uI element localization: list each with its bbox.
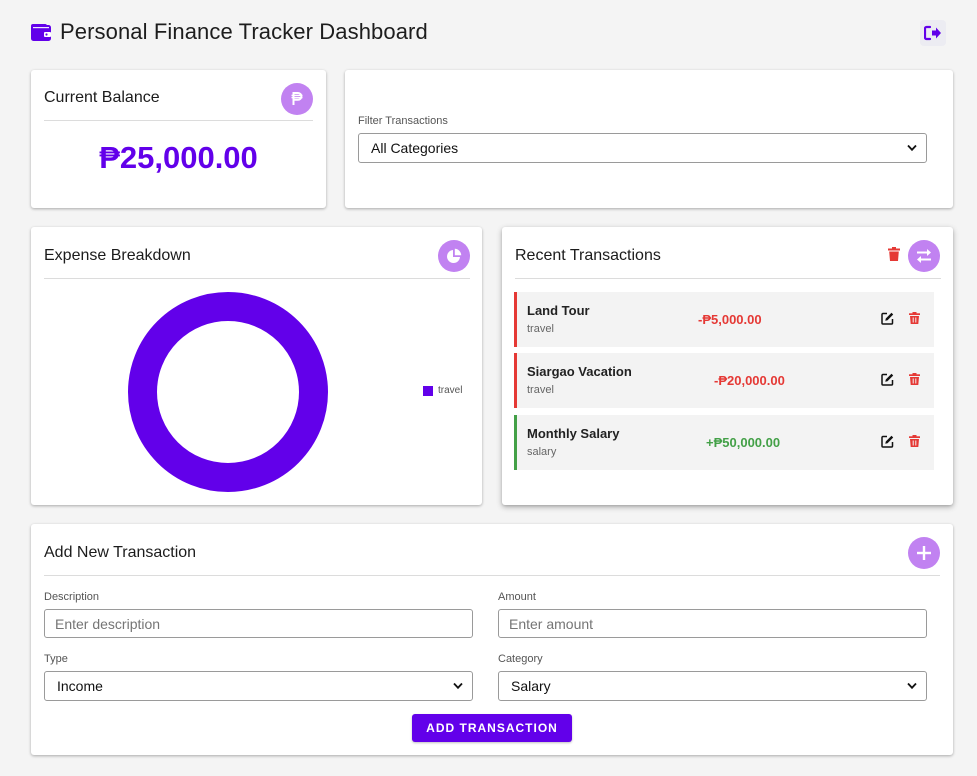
- balance-card: Current Balance ₱25,000.00: [31, 70, 326, 208]
- edit-icon[interactable]: [881, 312, 894, 325]
- filter-card: Filter Transactions All Categories: [345, 70, 953, 208]
- expense-breakdown-card: Expense Breakdown travel: [31, 227, 482, 505]
- recent-transactions-card: Recent Transactions Land Tour travel -₱5…: [502, 227, 953, 505]
- transaction-name: Siargao Vacation: [527, 364, 632, 379]
- transaction-item: Monthly Salary salary +₱50,000.00: [514, 415, 934, 470]
- category-select[interactable]: Salary: [498, 671, 927, 701]
- plus-icon: [917, 546, 931, 560]
- amount-input[interactable]: Enter amount: [498, 609, 927, 638]
- amount-placeholder: Enter amount: [509, 615, 594, 632]
- amount-label: Amount: [498, 591, 536, 603]
- page-title: Personal Finance Tracker Dashboard: [60, 19, 428, 44]
- wallet-icon: [31, 24, 51, 41]
- filter-label: Filter Transactions: [358, 115, 448, 127]
- delete-icon[interactable]: [909, 312, 920, 324]
- delete-all-icon[interactable]: [888, 247, 900, 261]
- delete-icon[interactable]: [909, 373, 920, 385]
- divider: [44, 278, 470, 279]
- type-select-value: Income: [57, 678, 103, 694]
- peso-icon: [281, 83, 313, 115]
- chevron-down-icon: [453, 682, 463, 690]
- exchange-icon: [908, 240, 940, 272]
- description-label: Description: [44, 591, 100, 603]
- logout-button[interactable]: [920, 20, 946, 46]
- legend-swatch: [423, 385, 433, 396]
- filter-select-value: All Categories: [371, 140, 459, 156]
- description-placeholder: Enter description: [55, 615, 161, 632]
- type-label: Type: [44, 653, 68, 665]
- expense-donut-chart: [128, 292, 328, 492]
- transaction-category: travel: [527, 323, 554, 335]
- donut-slice-travel: [128, 292, 328, 492]
- expense-breakdown-title: Expense Breakdown: [44, 247, 191, 264]
- app-header: Personal Finance Tracker Dashboard: [31, 18, 953, 48]
- transaction-name: Monthly Salary: [527, 426, 620, 441]
- add-transaction-card: Add New Transaction Description Enter de…: [31, 524, 953, 755]
- balance-amount: ₱25,000.00: [99, 140, 258, 175]
- add-transaction-title: Add New Transaction: [44, 544, 197, 561]
- add-transaction-button[interactable]: ADD TRANSACTION: [412, 714, 572, 742]
- chevron-down-icon: [907, 144, 917, 152]
- sign-out-icon: [924, 25, 941, 41]
- edit-icon[interactable]: [881, 373, 894, 386]
- transaction-amount: +₱50,000.00: [706, 435, 781, 450]
- legend-label: travel: [438, 385, 463, 396]
- transaction-amount: -₱20,000.00: [714, 373, 785, 388]
- pie-chart-icon: [438, 240, 470, 272]
- transaction-item: Siargao Vacation travel -₱20,000.00: [514, 353, 934, 408]
- add-transaction-plus-button[interactable]: [908, 537, 940, 569]
- type-select[interactable]: Income: [44, 671, 473, 701]
- delete-icon[interactable]: [909, 435, 920, 447]
- transaction-item: Land Tour travel -₱5,000.00: [514, 292, 934, 347]
- chevron-down-icon: [907, 682, 917, 690]
- transaction-amount: -₱5,000.00: [698, 312, 762, 327]
- description-input[interactable]: Enter description: [44, 609, 473, 638]
- transaction-name: Land Tour: [527, 303, 590, 318]
- filter-select[interactable]: All Categories: [358, 133, 927, 163]
- chart-legend: travel: [423, 385, 462, 396]
- category-select-value: Salary: [511, 678, 551, 694]
- divider: [44, 120, 313, 121]
- divider: [515, 278, 941, 279]
- divider: [44, 575, 940, 576]
- recent-transactions-title: Recent Transactions: [515, 247, 661, 264]
- category-label: Category: [498, 653, 543, 665]
- transaction-category: travel: [527, 384, 554, 396]
- balance-title: Current Balance: [44, 89, 160, 106]
- transaction-category: salary: [527, 446, 557, 458]
- edit-icon[interactable]: [881, 435, 894, 448]
